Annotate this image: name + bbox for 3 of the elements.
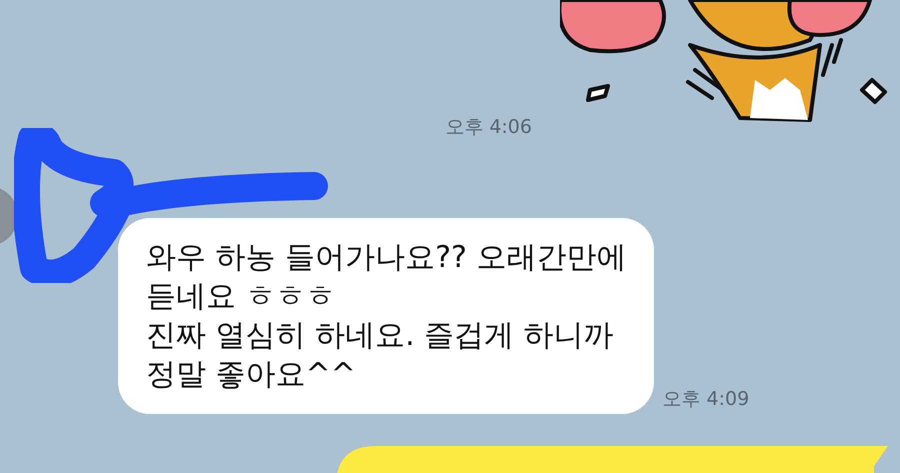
message-time: 오후 4:09 (662, 387, 750, 412)
message-time: 오후 4:06 (445, 115, 532, 140)
message-bubble: 와우 하농 들어가나요?? 오래간만에 듣네요 ㅎㅎㅎ 진짜 열심히 하네요. 즐겁게 하니까 정말 좋아요^^ (118, 218, 654, 414)
